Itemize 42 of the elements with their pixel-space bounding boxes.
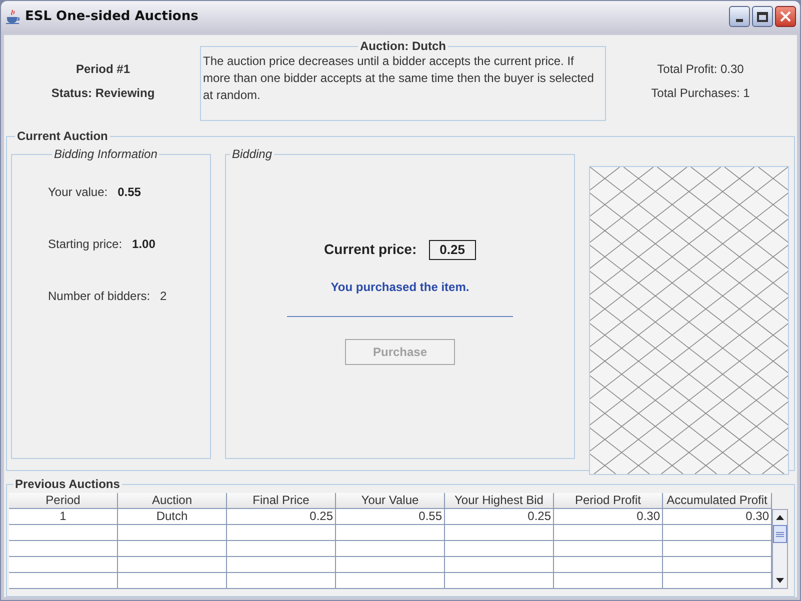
table-cell: 0.25 [445,509,554,524]
column-header[interactable]: Period Profit [554,493,663,508]
period-label: Period #1 [76,61,130,78]
total-purchases-label: Total Purchases: 1 [651,85,750,102]
bidding-information-title: Bidding Information [53,146,158,163]
column-header[interactable]: Period [9,493,118,508]
table-cell: 0.25 [227,509,336,524]
maximize-button[interactable] [752,6,773,27]
scroll-down-icon[interactable] [776,578,784,583]
info-value: 0.55 [118,184,141,201]
info-label: Number of bidders: [48,288,150,305]
current-price-label: Current price: [324,240,417,259]
info-label: Starting price: [48,236,122,253]
bidding-title: Bidding [231,146,274,163]
column-header[interactable]: Final Price [227,493,336,508]
scroll-bar[interactable] [772,509,788,589]
close-button[interactable] [775,6,796,27]
table-cell: 1 [9,509,118,524]
column-header[interactable]: Accumulated Profit [663,493,772,508]
close-icon [780,11,791,22]
info-value: 1.00 [132,236,156,253]
column-header[interactable]: Your Value [336,493,445,508]
auction-type-title: Auction: Dutch [359,38,447,55]
table-cell: 0.55 [336,509,445,524]
window-title: ESL One-sided Auctions [25,8,200,26]
coffee-cup-icon [5,8,21,24]
scroll-thumb[interactable] [773,525,787,543]
scroll-up-icon[interactable] [776,515,784,520]
status-label: Status: Reviewing [51,85,155,102]
info-label: Your value: [48,184,108,201]
table-cell: 0.30 [554,509,663,524]
previous-auctions-title: Previous Auctions [14,476,121,493]
table-cell: Dutch [118,509,227,524]
auction-description: The auction price decreases until a bidder accepts the current price. If more than one bidder accepts at the same time then the buyer is selected at random. [203,53,595,104]
info-value: 2 [160,288,167,305]
minimize-button[interactable] [729,6,750,27]
purchase-message: You purchased the item. [330,279,470,296]
column-header[interactable]: Your Highest Bid [445,493,554,508]
current-price-value: 0.25 [428,240,476,260]
column-header[interactable]: Auction [118,493,227,508]
total-profit-label: Total Profit: 0.30 [657,61,744,78]
current-auction-title: Current Auction [16,128,109,145]
